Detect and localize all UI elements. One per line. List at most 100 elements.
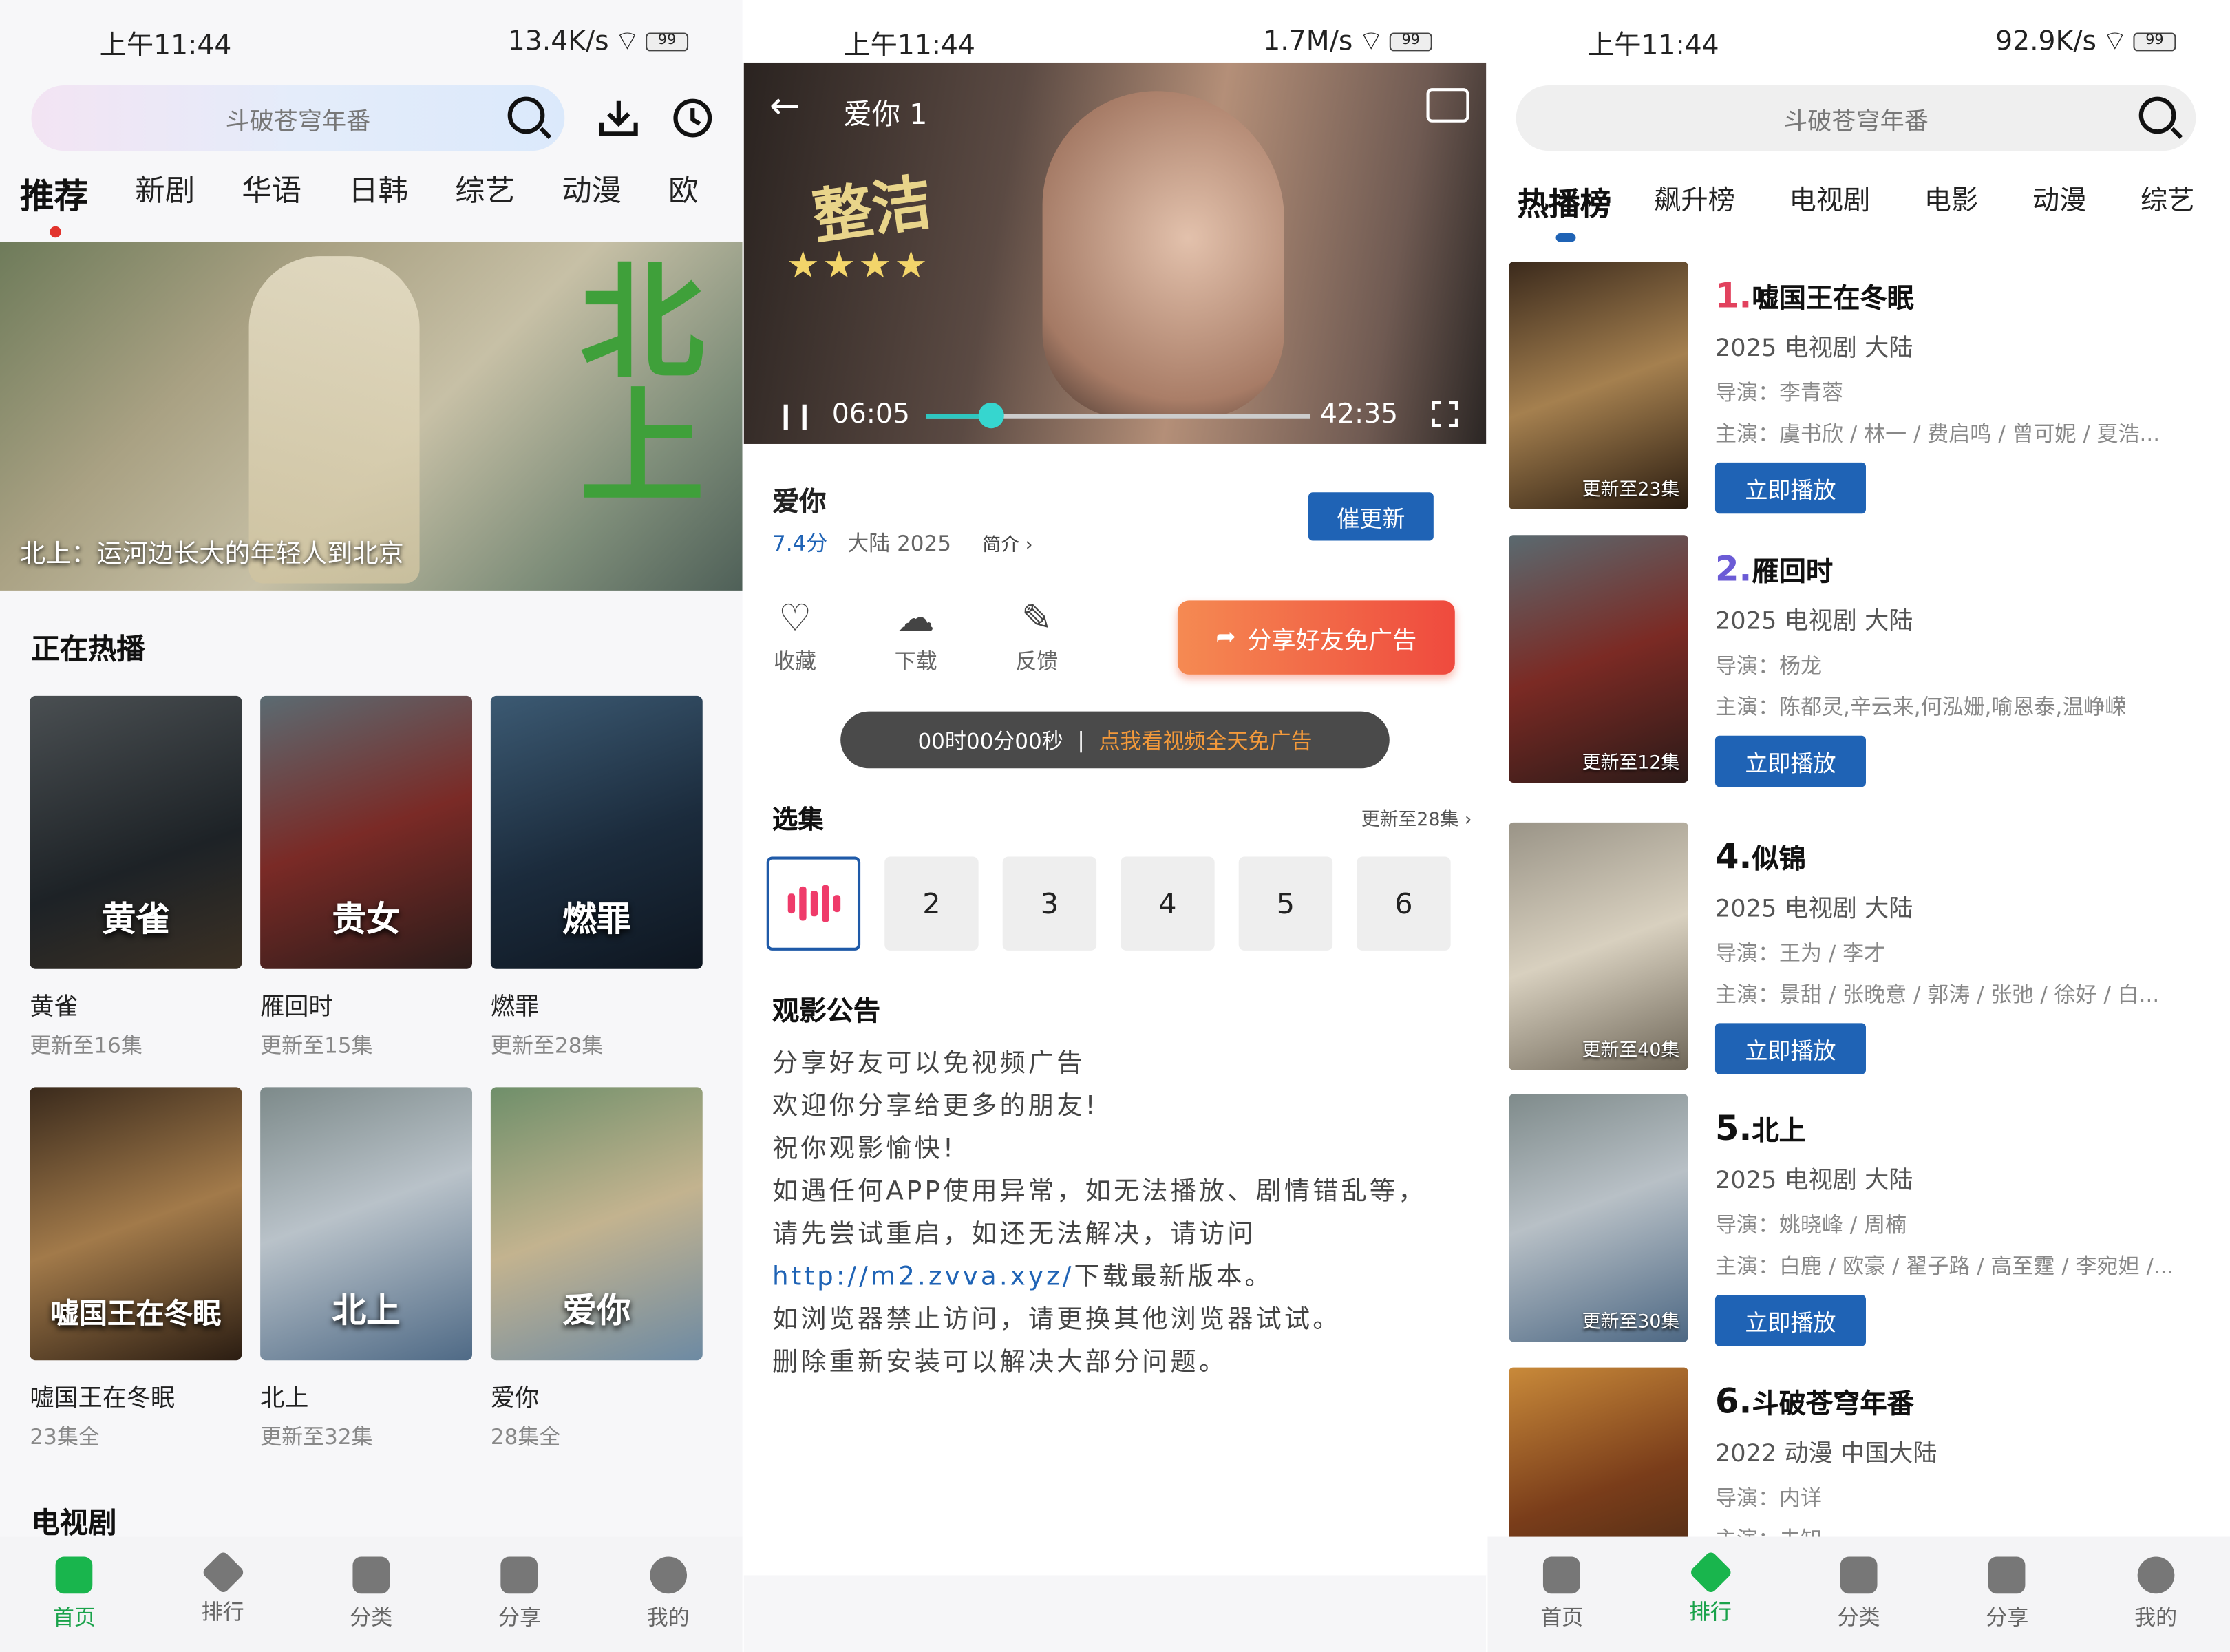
tab-rising[interactable]: 飙升榜 <box>1654 179 1735 224</box>
banner-calligraphy: 北上 <box>559 256 705 507</box>
feedback-action[interactable]: ✎ 反馈 <box>1008 597 1065 676</box>
intro-link[interactable]: 简介 › <box>982 529 1032 556</box>
ad-timer-bar[interactable]: 00时00分00秒 | 点我看视频全天免广告 <box>840 711 1390 769</box>
tab-anime[interactable]: 动漫 <box>562 168 622 218</box>
tab-recommend[interactable]: 推荐 <box>20 168 88 218</box>
nav-home[interactable]: 首页 <box>1487 1537 1636 1652</box>
poster-title: 燃罪 <box>562 899 631 940</box>
watch-video-link[interactable]: 点我看视频全天免广告 <box>1099 725 1313 754</box>
poster-image: 燃罪 <box>490 695 703 969</box>
episode-button[interactable]: 2 <box>884 856 979 951</box>
nav-share[interactable]: 分享 <box>1933 1537 2082 1652</box>
director-value: 王为 / 李才 <box>1778 940 1886 966</box>
pause-icon[interactable]: ❙❙ <box>775 401 815 431</box>
nav-ranking[interactable]: 排行 <box>149 1537 297 1652</box>
tab-jpkr[interactable]: 日韩 <box>348 168 408 218</box>
director-value: 内详 <box>1778 1485 1822 1512</box>
hot-card[interactable]: 贵女 雁回时 更新至15集 <box>260 695 473 1060</box>
tv-section-title: 电视剧 <box>31 1505 117 1540</box>
search-icon[interactable] <box>2138 96 2176 134</box>
playing-bars-icon <box>787 885 840 922</box>
share-free-ad-button[interactable]: ➦ 分享好友免广告 <box>1177 600 1455 675</box>
tab-variety[interactable]: 综艺 <box>455 168 515 218</box>
nav-ranking[interactable]: 排行 <box>1636 1537 1785 1652</box>
fullscreen-icon[interactable] <box>1432 401 1458 427</box>
tab-hot[interactable]: 热播榜 <box>1518 179 1611 224</box>
tab-anime[interactable]: 动漫 <box>2032 179 2087 224</box>
card-title: 北上 <box>260 1384 309 1413</box>
hot-card[interactable]: 燃罪 燃罪 更新至28集 <box>490 695 703 1060</box>
status-network: 13.4K/s ⌔ 99 <box>508 24 689 59</box>
tab-chinese[interactable]: 华语 <box>242 168 301 218</box>
play-now-button[interactable]: 立即播放 <box>1714 735 1866 787</box>
category-tabs: 推荐 新剧 华语 日韩 综艺 动漫 欧 <box>20 168 743 218</box>
rank-item[interactable]: 更新至23集 1.嘘国王在冬眠 2025 电视剧 大陆 导演：李青蓉 主演：虞书… <box>1509 262 2230 514</box>
episode-button[interactable]: 5 <box>1238 856 1333 951</box>
poster-image: 爱你 <box>490 1087 703 1361</box>
notice-url-link[interactable]: http://m2.zvva.xyz/ <box>772 1262 1074 1292</box>
nav-mine[interactable]: 我的 <box>594 1537 743 1652</box>
director-value: 李青蓉 <box>1778 379 1843 406</box>
card-status: 更新至15集 <box>260 1032 373 1059</box>
progress-track[interactable] <box>926 403 1310 429</box>
nav-mine[interactable]: 我的 <box>2081 1537 2230 1652</box>
video-player[interactable]: ← 爱你 1 整洁 ★★★★ ❙❙ 06:05 42:35 <box>743 62 1487 444</box>
poster-title: 贵女 <box>332 899 401 940</box>
director-label: 导演： <box>1714 379 1779 406</box>
hot-card[interactable]: 黄雀 黄雀 更新至16集 <box>30 695 242 1060</box>
nav-home[interactable]: 首页 <box>0 1537 149 1652</box>
hot-card[interactable]: 北上 北上 更新至32集 <box>260 1087 473 1451</box>
play-now-button[interactable]: 立即播放 <box>1714 462 1866 514</box>
rank-title: 1.嘘国王在冬眠 <box>1715 276 2213 316</box>
search-bar[interactable]: 斗破苍穹年番 <box>1516 85 2196 151</box>
rank-item[interactable]: 更新至40集 4.似锦 2025 电视剧 大陆 导演：王为 / 李才 主演：景甜… <box>1509 822 2230 1074</box>
rank-item[interactable]: 更新至30集 5.北上 2025 电视剧 大陆 导演：姚晓峰 / 周楠 主演：白… <box>1509 1094 2230 1346</box>
play-now-button[interactable]: 立即播放 <box>1714 1023 1866 1074</box>
episode-button[interactable]: 4 <box>1121 856 1215 951</box>
hot-card[interactable]: 爱你 爱你 28集全 <box>490 1087 703 1451</box>
cast-value: 虞书欣 / 林一 / 费启鸣 / 曾可妮 / 夏浩... <box>1778 421 2160 447</box>
episodes-title: 选集 <box>772 805 824 836</box>
episode-current[interactable] <box>766 856 861 951</box>
play-now-button[interactable]: 立即播放 <box>1714 1295 1866 1346</box>
rank-name: 雁回时 <box>1752 556 1834 588</box>
episode-button[interactable]: 6 <box>1357 856 1451 951</box>
status-time: 上午11:44 <box>1586 30 1719 61</box>
wifi-icon: ⌔ <box>2102 25 2128 57</box>
episodes-update-link[interactable]: 更新至28集 › <box>1361 804 1472 831</box>
rank-item[interactable]: 更新至12集 2.雁回时 2025 电视剧 大陆 导演：杨龙 主演：陈都灵,辛云… <box>1509 535 2230 787</box>
rank-title: 6.斗破苍穹年番 <box>1715 1381 2213 1421</box>
search-icon[interactable] <box>507 96 545 134</box>
tab-tv[interactable]: 电视剧 <box>1789 179 1870 224</box>
nav-share[interactable]: 分享 <box>445 1537 594 1652</box>
nav-category[interactable]: 分类 <box>1785 1537 1933 1652</box>
urge-update-button[interactable]: 催更新 <box>1308 492 1434 541</box>
tab-western[interactable]: 欧 <box>668 168 698 218</box>
favorite-action[interactable]: ♡ 收藏 <box>767 597 824 676</box>
nav-category[interactable]: 分类 <box>297 1537 445 1652</box>
tab-new[interactable]: 新剧 <box>135 168 195 218</box>
home-icon <box>56 1556 93 1594</box>
share-arrow-icon: ➦ <box>1215 623 1236 652</box>
rank-title: 4.似锦 <box>1715 837 2213 877</box>
hot-card[interactable]: 嘘国王在冬眠 嘘国王在冬眠 23集全 <box>30 1087 242 1451</box>
tab-movie[interactable]: 电影 <box>1924 179 1979 224</box>
back-arrow-icon[interactable]: ← <box>769 85 800 128</box>
detail-screen: 上午11:44 1.7M/s ⌔ 99 ← 爱你 1 整洁 ★★★★ ❙❙ 06:0… <box>743 0 1487 1652</box>
wifi-icon: ⌔ <box>614 25 640 57</box>
search-bar[interactable]: 斗破苍穹年番 <box>31 85 565 151</box>
cast-screen-icon[interactable] <box>1426 88 1469 123</box>
total-time: 42:35 <box>1320 398 1399 430</box>
card-title: 嘘国王在冬眠 <box>30 1384 176 1413</box>
status-bar: 上午11:44 13.4K/s ⌔ 99 <box>0 0 743 63</box>
card-status: 更新至32集 <box>260 1424 373 1450</box>
episode-button[interactable]: 3 <box>1002 856 1097 951</box>
search-placeholder: 斗破苍穹年番 <box>1783 107 1929 136</box>
hero-banner[interactable]: 北上 北上：运河边长大的年轻人到北京 <box>0 242 743 591</box>
nav-label: 我的 <box>646 1605 690 1631</box>
download-action[interactable]: ☁ 下载 <box>887 597 944 676</box>
progress-knob[interactable] <box>978 403 1004 429</box>
download-icon[interactable] <box>595 94 643 142</box>
history-icon[interactable] <box>668 94 716 142</box>
tab-variety[interactable]: 综艺 <box>2141 179 2195 224</box>
